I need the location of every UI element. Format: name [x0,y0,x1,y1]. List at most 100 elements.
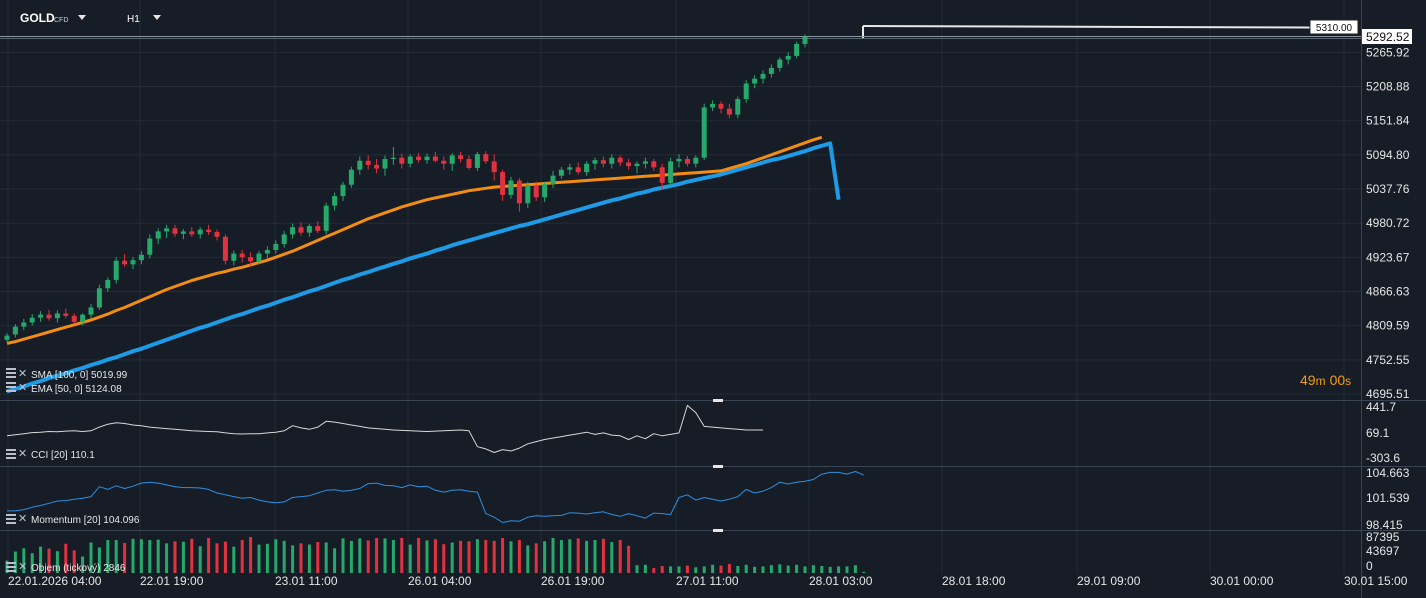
momentum-legend[interactable]: ✕ Momentum [20] 104.096 [6,513,140,526]
candle-body [4,335,10,340]
settings-icon[interactable] [6,562,16,572]
volume-bar [198,546,202,573]
price-tick-label: 4752.55 [1366,353,1410,367]
volume-bar [803,566,807,573]
volume-bar [576,538,580,573]
candle-body [659,167,665,183]
candle [794,41,800,59]
pane-resize-handle[interactable] [713,529,723,532]
volume-bar [425,540,429,573]
volume-bar [274,539,278,573]
trading-chart[interactable]: 5310.00 5292.52 5265.92 5208.88 5151.84 509… [0,0,1426,598]
candle-body [458,155,464,159]
volume-bar [669,566,673,573]
candle-body [231,253,237,261]
candle-body [130,260,136,265]
candle-body [676,158,682,162]
volume-bar [610,542,614,573]
candle-body [38,314,44,318]
settings-icon[interactable] [6,514,16,524]
candle-body [449,155,455,164]
close-icon[interactable]: ✕ [18,448,27,460]
volume-bar [375,537,379,573]
volume-bar [450,542,454,573]
time-label: 27.01 11:00 [676,574,739,588]
close-icon[interactable]: ✕ [18,513,27,525]
candle-body [584,163,590,173]
timeframe-label: H1 [127,14,140,25]
candle-body [424,156,430,161]
cci-axis-max: 441.7 [1366,400,1396,414]
settings-icon[interactable] [6,382,16,392]
cci-legend[interactable]: ✕ CCI [20] 110.1 [6,448,95,461]
candle-body [483,154,489,162]
volume-bar [795,564,799,573]
candle-body [466,158,472,168]
price-tick-label: 5265.92 [1366,45,1410,59]
volume-bar [568,539,572,573]
ema-legend[interactable]: ✕ EMA [50, 0] 5124.08 [6,382,122,395]
pane-resize-handle[interactable] [713,465,723,468]
volume-bar [853,565,857,573]
volume-bar [845,566,849,573]
volume-bar [492,540,496,573]
candle-body [105,279,111,289]
candle [96,284,102,310]
time-label: 28.01 03:00 [809,574,873,588]
volume-bar [837,566,841,573]
volume-legend[interactable]: ✕ Objem (tickový) 2846 [6,561,126,574]
time-label: 26.01 04:00 [408,574,472,588]
volume-bar [316,542,320,573]
volume-bar [383,538,387,573]
sma-legend[interactable]: ✕ SMA [100, 0] 5019.99 [6,368,128,381]
candle-body [634,163,640,167]
volume-bar [240,540,244,573]
volume-bar [685,565,689,573]
candle-body [147,238,153,255]
candle-body [516,180,522,204]
volume-bar [551,537,555,573]
volume-bar [433,539,437,573]
volume-bar [358,538,362,573]
volume-bar [660,565,664,573]
candle-body [626,162,632,167]
candle-body [113,260,119,280]
close-icon[interactable]: ✕ [18,368,27,380]
candle-body [374,164,380,169]
settings-icon[interactable] [6,368,16,378]
volume-bar [736,565,740,573]
volume-bar [391,540,395,573]
volume-axis-mid: 43697 [1366,544,1400,558]
time-label: 30.01 15:00 [1344,574,1408,588]
candle-body [382,158,388,169]
volume-bar [643,564,647,573]
close-icon[interactable]: ✕ [18,382,27,394]
volume-bar [652,568,656,573]
candle-body [684,158,690,164]
volume-bar [408,544,412,573]
volume-bar [778,564,782,573]
candle-body [348,169,354,185]
volume-bar [223,541,227,573]
volume-bar [753,566,757,573]
volume-bar [165,543,169,573]
candle-body [138,254,144,261]
price-tick-label: 4980.72 [1366,216,1410,230]
candle [701,103,707,161]
candle-body [164,228,170,232]
candle-body [617,157,623,163]
candle-body [290,227,296,235]
candle-body [189,231,195,235]
candle-body [264,249,270,254]
candle-body [785,55,791,60]
cci-name: CCI [20] 110.1 [31,450,95,461]
settings-icon[interactable] [6,449,16,459]
pane-resize-handle[interactable] [713,399,723,402]
candle-body [390,157,396,159]
candle-body [474,154,480,168]
volume-bar [526,545,530,573]
close-icon[interactable]: ✕ [18,561,27,573]
momentum-name: Momentum [20] 104.096 [31,515,140,526]
volume-bar [333,548,337,573]
time-label: 22.01.2026 04:00 [8,574,102,588]
